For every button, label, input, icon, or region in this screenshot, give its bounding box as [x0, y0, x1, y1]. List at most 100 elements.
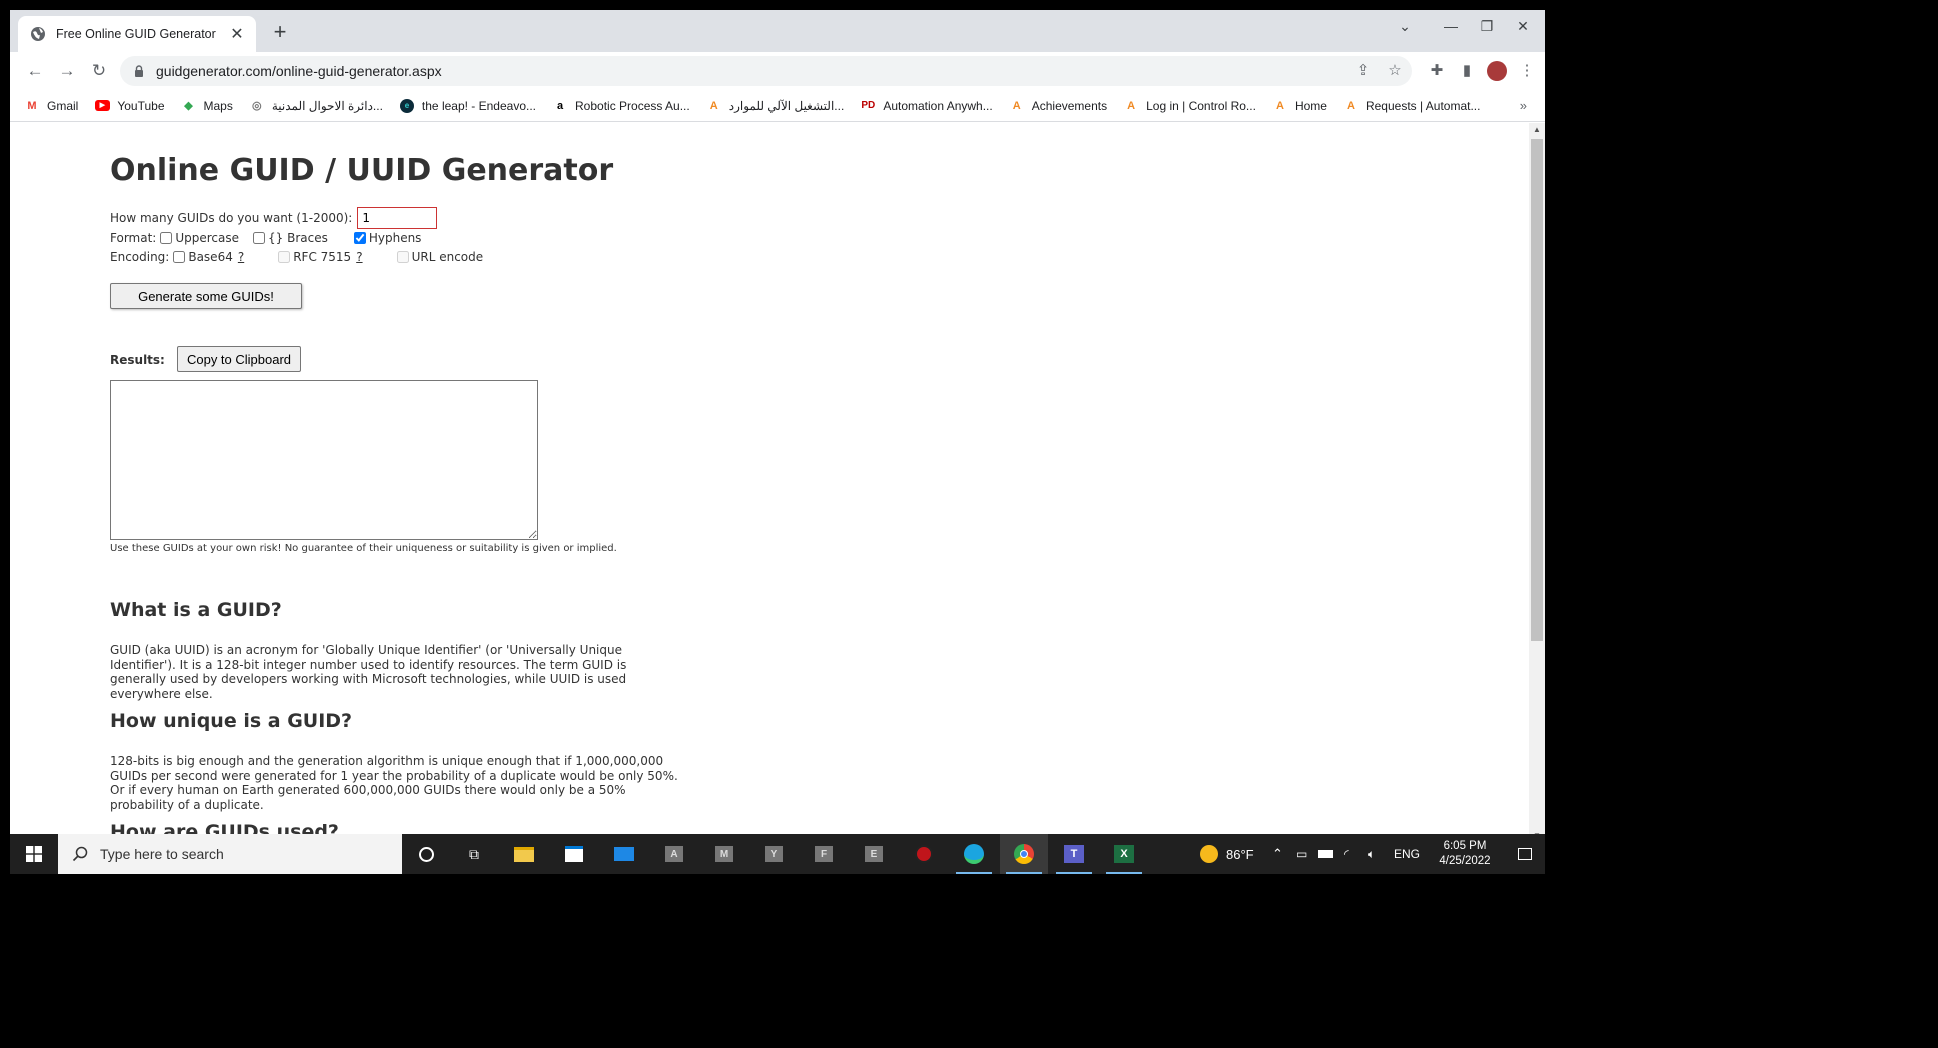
tab-search-chevron-down-icon[interactable]: ⌄	[1382, 10, 1428, 42]
bookmark-arabic-automation[interactable]: A التشغيل الآلي للموارد...	[706, 98, 845, 114]
weather-widget[interactable]: 86°F	[1200, 834, 1254, 874]
bookmark-achievements[interactable]: A Achievements	[1009, 98, 1107, 114]
url-text: guidgenerator.com/online-guid-generator.…	[156, 63, 442, 79]
leap-icon: e	[399, 98, 415, 114]
youtube-icon: ▶	[94, 98, 110, 114]
volume-icon[interactable]: 🔈︎	[1368, 834, 1375, 874]
tab-title: Free Online GUID Generator	[56, 27, 216, 41]
automation-anywhere-icon: A	[1346, 99, 1355, 112]
weather-sun-icon	[1200, 845, 1218, 863]
uppercase-checkbox[interactable]	[160, 232, 173, 244]
hyphens-checkbox[interactable]	[353, 232, 366, 244]
reload-icon[interactable]: ↻	[88, 60, 110, 82]
file-explorer-icon[interactable]	[500, 834, 548, 874]
automation-icon[interactable]	[900, 834, 948, 874]
bookmark-control-room[interactable]: A Log in | Control Ro...	[1123, 98, 1256, 114]
language-indicator[interactable]: ENG	[1394, 834, 1420, 874]
bookmark-robotic-process[interactable]: a Robotic Process Au...	[552, 98, 690, 114]
disclaimer-text: Use these GUIDs at your own risk! No gua…	[110, 543, 617, 554]
gmail-icon: M	[27, 99, 37, 112]
screen: Free Online GUID Generator ✕ + ⌄ — ❐ ✕ ←…	[0, 0, 1938, 1048]
app-e-icon[interactable]: E	[850, 834, 898, 874]
automation-anywhere-icon: A	[1012, 99, 1021, 112]
bookmark-star-icon[interactable]: ☆	[1384, 60, 1406, 82]
browser-window: Free Online GUID Generator ✕ + ⌄ — ❐ ✕ ←…	[10, 10, 1545, 874]
chrome-icon[interactable]	[1000, 834, 1048, 874]
count-label: How many GUIDs do you want (1-2000):	[110, 211, 353, 225]
notifications-icon[interactable]	[1518, 834, 1532, 874]
bookmarks-overflow-button[interactable]: »	[1520, 98, 1527, 113]
bookmark-automation-anywhere[interactable]: PD Automation Anywh...	[860, 98, 992, 114]
clock-date: 4/25/2022	[1439, 855, 1491, 867]
back-arrow-icon[interactable]: ←	[24, 60, 46, 82]
browser-toolbar: ← → ↻ guidgenerator.com/online-guid-gene…	[10, 52, 1545, 90]
url-encode-checkbox[interactable]	[396, 251, 409, 263]
teams-icon[interactable]: T	[1050, 834, 1098, 874]
automation-anywhere-icon: A	[1275, 99, 1284, 112]
search-placeholder: Type here to search	[100, 846, 224, 862]
show-hidden-icons-chevron-up-icon[interactable]: ⌃	[1272, 834, 1283, 874]
share-icon[interactable]: ⇪	[1352, 60, 1374, 82]
windows-logo-icon	[26, 846, 42, 862]
tab-guid-generator[interactable]: Free Online GUID Generator ✕	[18, 16, 256, 52]
app-m-icon[interactable]: M	[700, 834, 748, 874]
scroll-up-arrow-icon[interactable]: ▲	[1529, 123, 1545, 137]
store-icon[interactable]	[550, 834, 598, 874]
rfc7515-help-link[interactable]: ?	[356, 250, 362, 264]
heading-how-unique: How unique is a GUID?	[110, 710, 353, 732]
clock[interactable]: 6:05 PM 4/25/2022	[1425, 839, 1505, 869]
gov-icon: ◎	[252, 100, 262, 112]
app-a-icon[interactable]: A	[650, 834, 698, 874]
bookmark-maps[interactable]: ◆ Maps	[181, 98, 233, 114]
menu-kebab-icon[interactable]: ⋮	[1516, 60, 1538, 82]
bookmark-the-leap[interactable]: e the leap! - Endeavo...	[399, 98, 536, 114]
side-panel-icon[interactable]: ▮	[1456, 60, 1478, 82]
automation-anywhere-icon: A	[1127, 99, 1136, 112]
base64-checkbox[interactable]	[173, 251, 186, 263]
page-scrollbar[interactable]: ▲ ▼	[1529, 123, 1545, 843]
cortana-icon[interactable]	[402, 834, 450, 874]
copy-to-clipboard-button[interactable]: Copy to Clipboard	[177, 346, 301, 372]
forward-arrow-icon[interactable]: →	[56, 60, 78, 82]
edge-icon[interactable]	[950, 834, 998, 874]
rfc7515-checkbox[interactable]	[278, 251, 291, 263]
para-how-unique: 128-bits is big enough and the generatio…	[110, 754, 678, 812]
search-icon	[72, 846, 88, 862]
results-textarea[interactable]	[110, 380, 538, 540]
scrollbar-thumb[interactable]	[1531, 139, 1543, 641]
braces-checkbox[interactable]	[253, 232, 265, 244]
meet-now-icon[interactable]: ▭	[1296, 834, 1307, 874]
battery-icon[interactable]	[1318, 834, 1333, 874]
rfc7515-label: RFC 7515	[293, 250, 352, 264]
encoding-label-text: Encoding:	[110, 250, 170, 264]
guid-count-input[interactable]	[357, 207, 438, 229]
bookmark-civil-status[interactable]: ◎ دائرة الاحوال المدنية...	[249, 98, 383, 114]
automation-anywhere-icon: A	[709, 99, 718, 112]
heading-what-is-guid: What is a GUID?	[110, 599, 282, 621]
tab-close-icon[interactable]: ✕	[228, 24, 246, 44]
excel-icon[interactable]: X	[1100, 834, 1148, 874]
extensions-puzzle-icon[interactable]: ✚	[1426, 60, 1448, 82]
bookmark-home[interactable]: A Home	[1272, 98, 1327, 114]
task-view-icon[interactable]: ⧉	[450, 834, 498, 874]
mail-icon[interactable]	[600, 834, 648, 874]
app-y-icon[interactable]: Y	[750, 834, 798, 874]
new-tab-button[interactable]: +	[268, 20, 292, 44]
profile-avatar[interactable]	[1486, 60, 1508, 82]
app-f-icon[interactable]: F	[800, 834, 848, 874]
address-bar[interactable]: guidgenerator.com/online-guid-generator.…	[120, 56, 1412, 86]
results-label: Results:	[110, 353, 165, 367]
amazon-icon: a	[556, 99, 564, 112]
bookmark-gmail[interactable]: M Gmail	[24, 98, 78, 114]
generate-guids-button[interactable]: Generate some GUIDs!	[110, 283, 302, 309]
bookmark-requests[interactable]: A Requests | Automat...	[1343, 98, 1481, 114]
uppercase-label: Uppercase	[175, 231, 239, 245]
base64-help-link[interactable]: ?	[238, 250, 244, 264]
taskbar-search-box[interactable]: Type here to search	[58, 834, 402, 874]
bookmark-youtube[interactable]: ▶ YouTube	[94, 98, 165, 114]
start-button[interactable]	[10, 834, 58, 874]
wifi-icon[interactable]: ◜	[1344, 834, 1349, 874]
count-row: How many GUIDs do you want (1-2000):	[110, 207, 438, 229]
page-title: Online GUID / UUID Generator	[110, 153, 614, 188]
close-window-button[interactable]: ✕	[1500, 10, 1545, 42]
